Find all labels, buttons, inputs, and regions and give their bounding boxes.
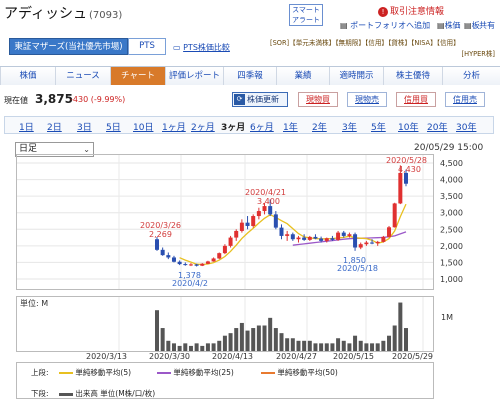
volume-chart-frame: [16, 296, 434, 352]
legend-ma50-label: 単純移動平均(50): [277, 368, 338, 377]
y-tick-label: 4,000: [440, 176, 463, 185]
legend-ma25-label: 単純移動平均(25): [173, 368, 234, 377]
legend-ma25: 単純移動平均(25): [157, 367, 234, 378]
annotation-high-1-value: 2,269: [149, 230, 172, 239]
annotation-high-2-value: 3,400: [257, 197, 280, 206]
x-tick-2: 2020/3/30: [149, 352, 191, 361]
y-tick-label: 3,500: [440, 192, 463, 201]
annotation-high-2-date: 2020/4/21: [245, 188, 287, 197]
legend-ma25-swatch: [157, 372, 171, 374]
annotation-low-2-date: 2020/5/18: [337, 264, 379, 273]
x-tick-5: 2020/5/15: [333, 352, 375, 361]
legend-lower-label: 下段:: [31, 389, 49, 398]
y-tick-label: 2,500: [440, 225, 463, 234]
x-tick-3: 2020/4/13: [212, 352, 254, 361]
x-tick-1: 2020/3/13: [86, 352, 128, 361]
legend-ma5-label: 単純移動平均(5): [75, 368, 132, 377]
legend-volume-label: 出来高 単位(M株/口/枚): [75, 389, 156, 398]
legend-upper-label: 上段:: [31, 368, 49, 377]
legend-ma5-swatch: [59, 372, 73, 374]
y-tick-label: 1,500: [440, 258, 463, 267]
legend-ma5: 単純移動平均(5): [59, 367, 131, 378]
y-tick-label: 4,500: [440, 159, 463, 168]
x-tick-6: 2020/5/29: [392, 352, 434, 361]
legend-volume: 出来高 単位(M株/口/枚): [59, 388, 155, 399]
annotation-high-3-date: 2020/5/28: [386, 156, 428, 165]
legend-volume-swatch: [59, 392, 73, 396]
x-tick-4: 2020/4/27: [276, 352, 318, 361]
annotation-high-1-date: 2020/3/26: [140, 221, 182, 230]
y-tick-label: 2,000: [440, 242, 463, 251]
volume-unit-label: 単位: M: [20, 299, 49, 308]
y-tick-label: 3,000: [440, 209, 463, 218]
y-tick-label: 1,000: [440, 275, 463, 284]
volume-tick-1m: 1M: [441, 313, 453, 322]
legend-ma50: 単純移動平均(50): [261, 367, 338, 378]
chart-legend: 上段: 単純移動平均(5) 単純移動平均(25) 単純移動平均(50) 下段: …: [16, 362, 434, 399]
annotation-low-1-date: 2020/4/2: [172, 279, 208, 288]
legend-ma50-swatch: [261, 372, 275, 374]
annotation-high-3-value: 4,430: [398, 165, 421, 174]
